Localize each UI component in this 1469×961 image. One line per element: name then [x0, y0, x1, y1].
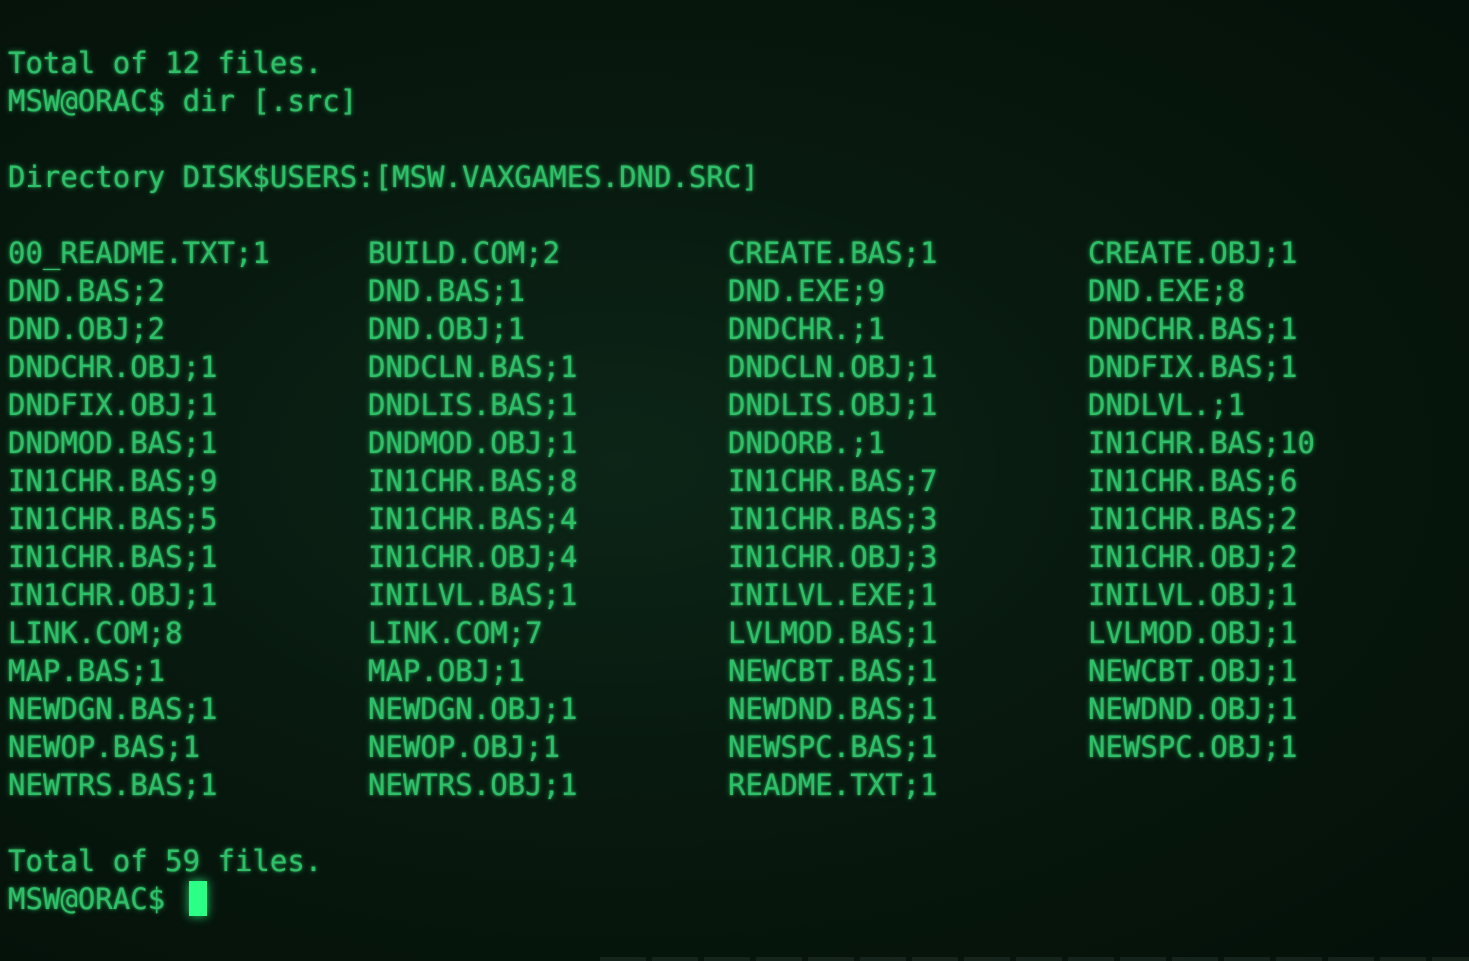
- file-entry: INILVL.BAS;1: [368, 578, 578, 612]
- file-entry: README.TXT;1: [728, 768, 938, 802]
- file-entry: IN1CHR.BAS;10: [1088, 426, 1315, 460]
- file-entry: NEWDGN.OBJ;1: [368, 692, 578, 726]
- file-entry: INILVL.EXE;1: [728, 578, 938, 612]
- file-entry: IN1CHR.BAS;9: [8, 464, 218, 498]
- file-entry: IN1CHR.BAS;7: [728, 464, 938, 498]
- file-entry: DNDMOD.OBJ;1: [368, 426, 578, 460]
- file-entry: DND.BAS;1: [368, 274, 526, 308]
- screen-bottom-edge: [600, 957, 1469, 961]
- file-entry: NEWCBT.OBJ;1: [1088, 654, 1298, 688]
- file-entry: DNDCLN.BAS;1: [368, 350, 578, 384]
- file-entry: DNDFIX.BAS;1: [1088, 350, 1298, 384]
- file-entry: IN1CHR.BAS;1: [8, 540, 218, 574]
- text-cursor[interactable]: [189, 881, 207, 916]
- file-entry: NEWDGN.BAS;1: [8, 692, 218, 726]
- file-entry: NEWDND.BAS;1: [728, 692, 938, 726]
- file-entry: LVLMOD.OBJ;1: [1088, 616, 1298, 650]
- file-entry: IN1CHR.BAS;4: [368, 502, 578, 536]
- file-entry: DNDMOD.BAS;1: [8, 426, 218, 460]
- file-entry: IN1CHR.BAS;5: [8, 502, 218, 536]
- file-entry: NEWTRS.OBJ;1: [368, 768, 578, 802]
- file-entry: NEWSPC.BAS;1: [728, 730, 938, 764]
- file-entry: DNDORB.;1: [728, 426, 886, 460]
- file-entry: DND.BAS;2: [8, 274, 166, 308]
- file-entry: CREATE.OBJ;1: [1088, 236, 1298, 270]
- file-entry: IN1CHR.OBJ;2: [1088, 540, 1298, 574]
- file-entry: DNDLIS.BAS;1: [368, 388, 578, 422]
- prompt-line: MSW@ORAC$: [8, 882, 183, 916]
- file-entry: 00_README.TXT;1: [8, 236, 270, 270]
- file-entry: NEWCBT.BAS;1: [728, 654, 938, 688]
- file-entry: NEWOP.BAS;1: [8, 730, 201, 764]
- file-entry: MAP.BAS;1: [8, 654, 166, 688]
- file-entry: INILVL.OBJ;1: [1088, 578, 1298, 612]
- file-entry: LVLMOD.BAS;1: [728, 616, 938, 650]
- file-entry: DNDCHR.OBJ;1: [8, 350, 218, 384]
- file-entry: MAP.OBJ;1: [368, 654, 526, 688]
- file-entry: IN1CHR.BAS;3: [728, 502, 938, 536]
- file-entry: LINK.COM;7: [368, 616, 543, 650]
- previous-total-line: Total of 12 files.: [8, 46, 323, 80]
- file-entry: DND.OBJ;1: [368, 312, 526, 346]
- file-entry: DNDCHR.;1: [728, 312, 886, 346]
- file-entry: DND.EXE;9: [728, 274, 886, 308]
- file-entry: DNDLVL.;1: [1088, 388, 1246, 422]
- directory-heading: Directory DISK$USERS:[MSW.VAXGAMES.DND.S…: [8, 160, 759, 194]
- terminal-screen[interactable]: Total of 12 files. MSW@ORAC$ dir [.src] …: [0, 0, 1469, 961]
- file-entry: DND.OBJ;2: [8, 312, 166, 346]
- file-entry: DND.EXE;8: [1088, 274, 1246, 308]
- file-entry: NEWSPC.OBJ;1: [1088, 730, 1298, 764]
- file-entry: IN1CHR.BAS;2: [1088, 502, 1298, 536]
- file-entry: DNDCLN.OBJ;1: [728, 350, 938, 384]
- file-entry: LINK.COM;8: [8, 616, 183, 650]
- command-line: MSW@ORAC$ dir [.src]: [8, 84, 358, 118]
- file-entry: NEWTRS.BAS;1: [8, 768, 218, 802]
- file-entry: IN1CHR.OBJ;4: [368, 540, 578, 574]
- file-entry: DNDLIS.OBJ;1: [728, 388, 938, 422]
- file-entry: DNDCHR.BAS;1: [1088, 312, 1298, 346]
- file-entry: CREATE.BAS;1: [728, 236, 938, 270]
- file-entry: DNDFIX.OBJ;1: [8, 388, 218, 422]
- file-entry: IN1CHR.OBJ;1: [8, 578, 218, 612]
- file-entry: IN1CHR.BAS;8: [368, 464, 578, 498]
- file-entry: NEWOP.OBJ;1: [368, 730, 561, 764]
- file-entry: NEWDND.OBJ;1: [1088, 692, 1298, 726]
- file-entry: IN1CHR.BAS;6: [1088, 464, 1298, 498]
- total-files-line: Total of 59 files.: [8, 844, 323, 878]
- file-entry: BUILD.COM;2: [368, 236, 561, 270]
- file-entry: IN1CHR.OBJ;3: [728, 540, 938, 574]
